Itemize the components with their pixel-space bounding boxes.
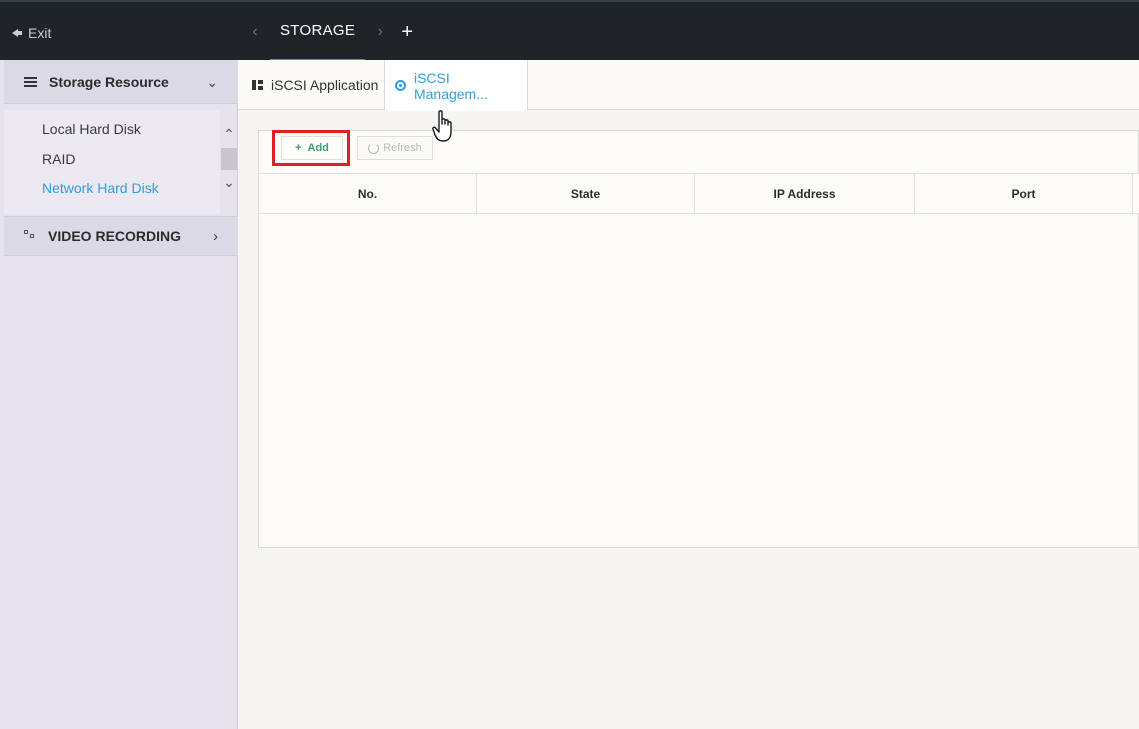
tab-iscsi-application[interactable]: iSCSI Application (252, 60, 378, 110)
scroll-up-icon[interactable]: ⌃ (221, 124, 237, 144)
chevron-right-icon[interactable]: › (213, 228, 218, 245)
table-header: No. State IP Address Port (259, 173, 1139, 214)
column-header-ip-address[interactable]: IP Address (695, 174, 915, 214)
grid-icon (252, 80, 263, 90)
tab-label: iSCSI Managem... (413, 69, 488, 102)
gear-icon (395, 80, 406, 91)
plus-icon: + (295, 142, 302, 154)
column-header-port[interactable]: Port (915, 174, 1133, 214)
sidebar-header-storage-resource[interactable]: Storage Resource ⌄ (4, 60, 238, 104)
refresh-button-label: Refresh (383, 142, 422, 154)
top-bar: Exit ‹ STORAGE › + (0, 0, 1139, 62)
sidebar-section-video-recording[interactable]: VIDEO RECORDING › (4, 216, 238, 256)
refresh-icon (368, 142, 380, 154)
add-button[interactable]: + Add (281, 136, 343, 160)
menu-icon (24, 76, 37, 87)
sidebar-item-network-hard-disk[interactable]: Network Hard Disk (42, 180, 159, 196)
prev-tab-arrow-icon[interactable]: ‹ (240, 23, 270, 41)
tab-storage[interactable]: STORAGE (270, 2, 366, 62)
chevron-down-icon[interactable]: ⌄ (206, 74, 218, 91)
sidebar-section-title: VIDEO RECORDING (48, 228, 182, 244)
sidebar-item-raid[interactable]: RAID (42, 151, 75, 167)
add-tab-icon[interactable]: + (395, 21, 419, 44)
next-tab-arrow-icon[interactable]: › (365, 23, 395, 41)
column-header-state[interactable]: State (477, 174, 695, 214)
scroll-thumb[interactable] (221, 148, 237, 170)
add-button-label: Add (307, 142, 329, 154)
top-tab-strip: ‹ STORAGE › + (240, 2, 419, 62)
exit-button[interactable]: Exit (12, 24, 51, 42)
exit-label: Exit (28, 25, 52, 41)
scroll-down-icon[interactable]: ⌄ (221, 172, 237, 192)
sidebar-header-title: Storage Resource (49, 73, 169, 90)
sidebar-item-local-hard-disk[interactable]: Local Hard Disk (42, 121, 141, 137)
sidebar: Storage Resource ⌄ Local Hard Disk RAID … (0, 60, 238, 729)
sidebar-scrollbar[interactable]: ⌃ ⌄ (221, 124, 237, 204)
refresh-button[interactable]: Refresh (357, 136, 433, 160)
back-arrow-icon (12, 28, 22, 38)
hand-cursor-icon (432, 110, 452, 142)
video-recording-icon (24, 230, 38, 242)
tab-label: iSCSI Application (271, 77, 379, 93)
content-tab-bar: iSCSI Application iSCSI Managem... (238, 60, 1139, 111)
column-header-no[interactable]: No. (259, 174, 477, 214)
tab-iscsi-management[interactable]: iSCSI Managem... (384, 60, 528, 111)
